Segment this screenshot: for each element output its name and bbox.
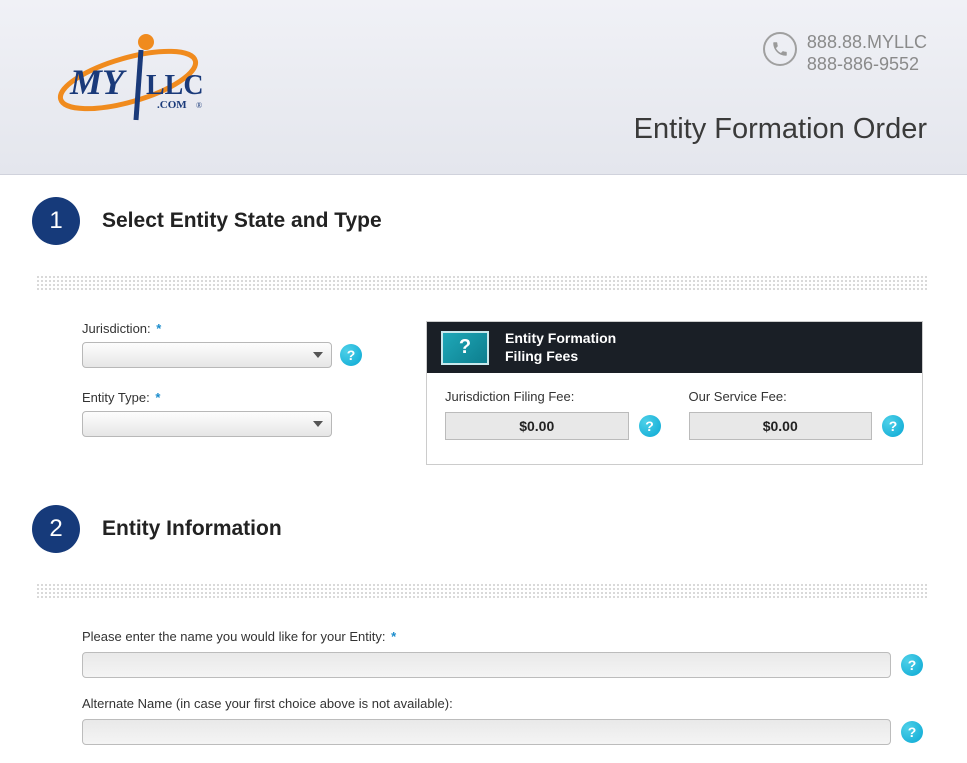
help-icon[interactable]: ?: [901, 654, 923, 676]
question-icon: ?: [441, 331, 489, 365]
jurisdiction-select[interactable]: [82, 342, 332, 368]
svg-text:MY: MY: [69, 62, 127, 102]
step-badge-2: 2: [32, 505, 80, 553]
fees-title-line2: Filing Fees: [505, 348, 616, 366]
help-icon[interactable]: ?: [340, 344, 362, 366]
section-1-title: Select Entity State and Type: [102, 209, 382, 233]
alternate-name-label: Alternate Name (in case your first choic…: [82, 696, 923, 711]
phone-icon: [763, 32, 797, 66]
fees-panel: ? Entity Formation Filing Fees Jurisdict…: [426, 321, 923, 465]
section-2-title: Entity Information: [102, 517, 282, 541]
entity-type-label-text: Entity Type:: [82, 390, 150, 405]
jurisdiction-fee-value: $0.00: [445, 412, 629, 440]
required-marker: *: [155, 390, 160, 405]
fees-panel-body: Jurisdiction Filing Fee: $0.00 ? Our Ser…: [427, 373, 922, 464]
page-header: MY LLC .COM ® 888.88.MYLLC 888-886-9552 …: [0, 0, 967, 175]
alternate-name-field: Alternate Name (in case your first choic…: [82, 696, 923, 745]
svg-text:®: ®: [196, 101, 202, 110]
jurisdiction-label: Jurisdiction: *: [82, 321, 402, 336]
page-title: Entity Formation Order: [634, 113, 927, 146]
phone-vanity: 888.88.MYLLC: [807, 32, 927, 54]
section-2-body: Please enter the name you would like for…: [32, 629, 927, 745]
jurisdiction-fee-label: Jurisdiction Filing Fee:: [445, 389, 661, 404]
entity-type-field: Entity Type: *: [82, 390, 402, 437]
phone-block: 888.88.MYLLC 888-886-9552: [763, 32, 927, 75]
service-fee-label: Our Service Fee:: [689, 389, 905, 404]
required-marker: *: [156, 321, 161, 336]
jurisdiction-label-text: Jurisdiction:: [82, 321, 151, 336]
entity-name-input[interactable]: [82, 652, 891, 678]
section-1-header: 1 Select Entity State and Type: [32, 197, 927, 245]
section-1-body: Jurisdiction: * ? Entity Type: *: [32, 321, 927, 465]
svg-text:LLC: LLC: [146, 70, 204, 101]
entity-name-field: Please enter the name you would like for…: [82, 629, 923, 678]
fees-title-line1: Entity Formation: [505, 330, 616, 348]
main-content: 1 Select Entity State and Type Jurisdict…: [0, 175, 967, 745]
entity-name-label: Please enter the name you would like for…: [82, 629, 923, 644]
service-fee-item: Our Service Fee: $0.00 ?: [689, 389, 905, 440]
section-2-header: 2 Entity Information: [32, 505, 927, 553]
service-fee-value: $0.00: [689, 412, 873, 440]
svg-text:.COM: .COM: [157, 99, 187, 111]
fees-panel-title: Entity Formation Filing Fees: [505, 330, 616, 365]
help-icon[interactable]: ?: [882, 415, 904, 437]
jurisdiction-fee-item: Jurisdiction Filing Fee: $0.00 ?: [445, 389, 661, 440]
chevron-down-icon: [313, 421, 323, 427]
phone-number: 888-886-9552: [807, 54, 927, 76]
help-icon[interactable]: ?: [901, 721, 923, 743]
fees-panel-header: ? Entity Formation Filing Fees: [427, 322, 922, 373]
entity-type-label: Entity Type: *: [82, 390, 402, 405]
jurisdiction-field: Jurisdiction: * ?: [82, 321, 402, 368]
divider: [36, 583, 927, 599]
required-marker: *: [391, 629, 396, 644]
chevron-down-icon: [313, 352, 323, 358]
entity-selection-column: Jurisdiction: * ? Entity Type: *: [82, 321, 402, 459]
divider: [36, 275, 927, 291]
help-icon[interactable]: ?: [639, 415, 661, 437]
alternate-name-input[interactable]: [82, 719, 891, 745]
entity-type-select[interactable]: [82, 411, 332, 437]
step-badge-1: 1: [32, 197, 80, 245]
phone-text: 888.88.MYLLC 888-886-9552: [807, 32, 927, 75]
entity-name-label-text: Please enter the name you would like for…: [82, 629, 386, 644]
logo: MY LLC .COM ®: [46, 28, 206, 128]
